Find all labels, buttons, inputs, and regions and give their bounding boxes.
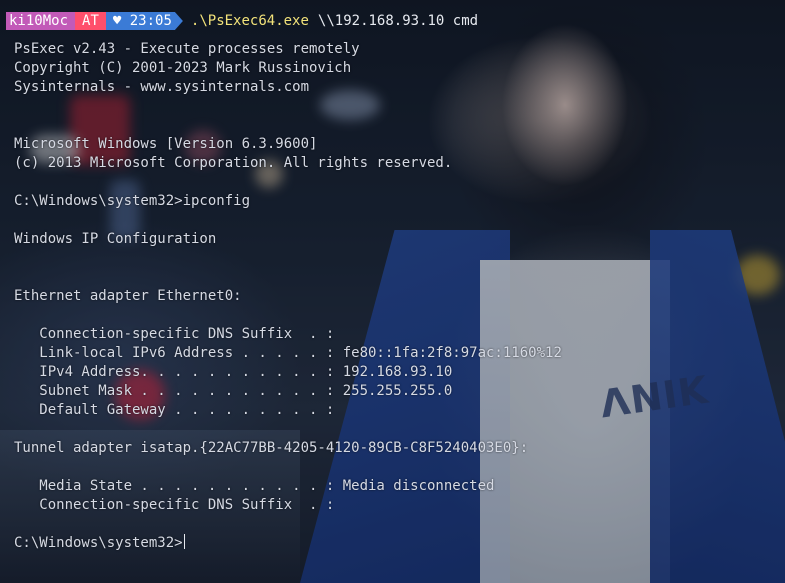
final-prompt: C:\Windows\system32> — [14, 535, 183, 551]
prompt-time: 23:05 — [129, 13, 172, 29]
output-line: Copyright (C) 2001-2023 Mark Russinovich — [14, 60, 352, 76]
prompt-bar: ki10Moc AT ♥ 23:05 .\PsExec64.exe \\192.168.… — [6, 11, 478, 31]
powerline-separator-icon — [71, 12, 80, 30]
prompt-time-segment: ♥ 23:05 — [109, 12, 175, 30]
text-cursor — [183, 534, 185, 549]
output-line: Media State . . . . . . . . . . . : Medi… — [14, 478, 495, 494]
prompt-user: ki10Moc — [9, 13, 69, 29]
output-line: (c) 2013 Microsoft Corporation. All righ… — [14, 155, 453, 171]
output-line: Connection-specific DNS Suffix . : — [14, 326, 335, 342]
output-line: IPv4 Address. . . . . . . . . . . : 192.… — [14, 364, 453, 380]
terminal-output: PsExec v2.43 - Execute processes remotel… — [14, 40, 562, 553]
terminal-window[interactable]: ΛNIK ki10Moc AT ♥ 23:05 .\PsExec64.exe \\192… — [0, 0, 785, 583]
output-line: Link-local IPv6 Address . . . . . : fe80… — [14, 345, 562, 361]
prompt-command: .\PsExec64.exe — [190, 13, 309, 29]
prompt-host-segment: AT — [79, 12, 102, 30]
output-line: Ethernet adapter Ethernet0: — [14, 288, 242, 304]
heart-icon: ♥ — [112, 13, 122, 29]
command-input-line[interactable]: C:\Windows\system32> — [14, 534, 562, 553]
output-line: Default Gateway . . . . . . . . . : — [14, 402, 335, 418]
output-line: Connection-specific DNS Suffix . : — [14, 497, 335, 513]
output-line: Sysinternals - www.sysinternals.com — [14, 79, 310, 95]
powerline-separator-icon — [101, 12, 110, 30]
output-line: Windows IP Configuration — [14, 231, 217, 247]
prompt-arguments: \\192.168.93.10 cmd — [317, 13, 479, 29]
output-line: Tunnel adapter isatap.{22AC77BB-4205-412… — [14, 440, 529, 456]
output-line: PsExec v2.43 - Execute processes remotel… — [14, 41, 360, 57]
prompt-host: AT — [82, 13, 99, 29]
output-line: C:\Windows\system32>ipconfig — [14, 193, 251, 209]
prompt-user-segment: ki10Moc — [6, 12, 72, 30]
output-line: Microsoft Windows [Version 6.3.9600] — [14, 136, 318, 152]
powerline-separator-icon — [174, 12, 183, 30]
output-line: Subnet Mask . . . . . . . . . . . : 255.… — [14, 383, 453, 399]
